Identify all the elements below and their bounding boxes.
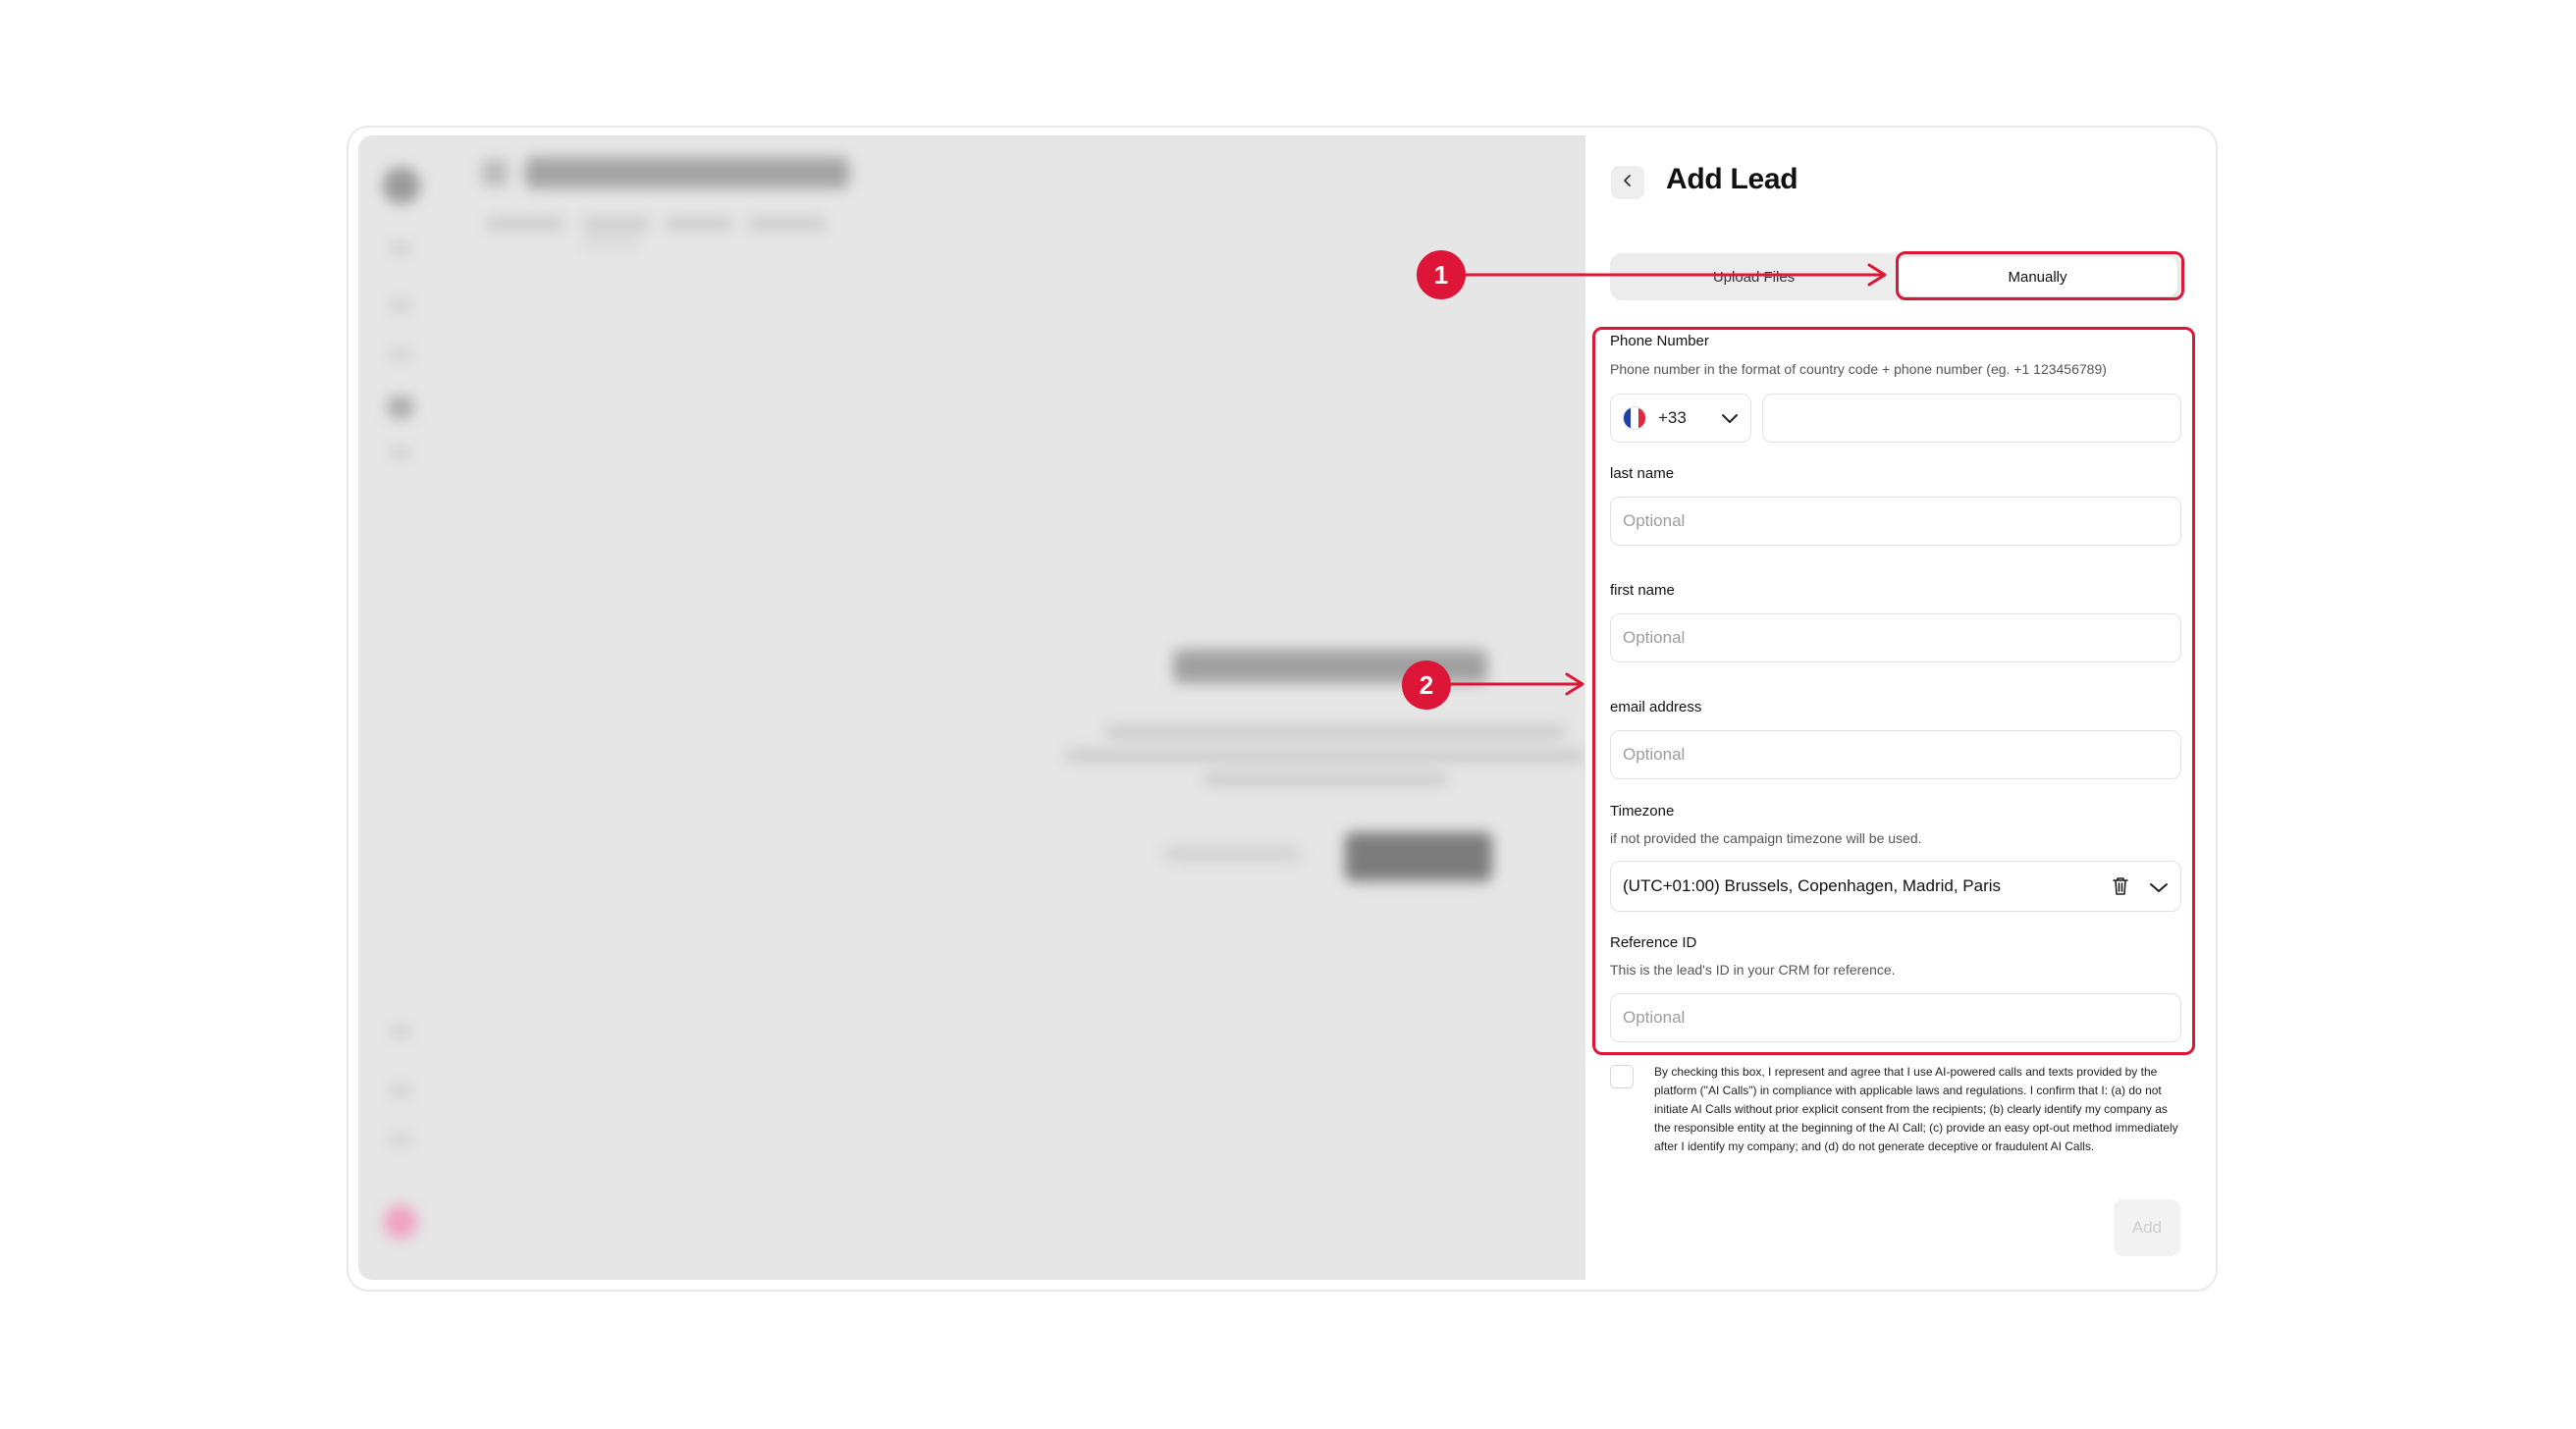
annotation-badge-1: 1 [1417,250,1466,299]
annotation-badge-2: 2 [1402,661,1451,710]
annotation-arrows [1451,263,1887,696]
